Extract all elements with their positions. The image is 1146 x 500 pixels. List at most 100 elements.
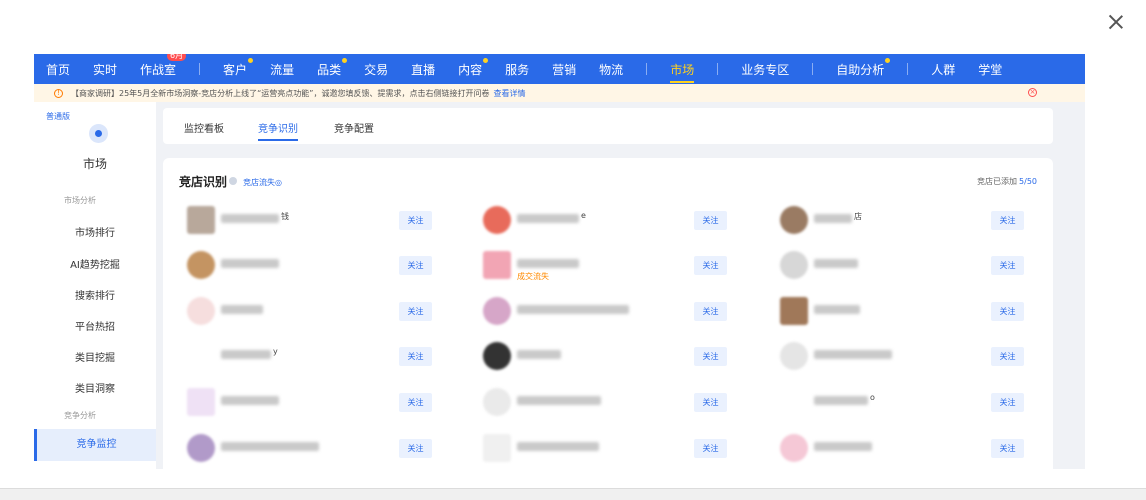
sidebar-title: 市场 <box>82 157 107 171</box>
shop-name-tail: 店 <box>854 212 862 221</box>
sidebar-item-ai-trend[interactable]: AI趋势挖掘 <box>34 256 156 271</box>
nav-item-14[interactable]: 市场 <box>670 61 695 83</box>
sidebar-item-competition-monitor[interactable]: 竞争监控 <box>34 429 156 461</box>
shop-name-blurred <box>221 214 279 223</box>
edition-label: 普通版 <box>46 112 70 121</box>
follow-button[interactable]: 关注 <box>991 439 1024 458</box>
shop-name-blurred <box>814 350 892 359</box>
tab-competition-config[interactable]: 竞争配置 <box>334 120 374 135</box>
shop-name-blurred <box>814 305 860 314</box>
added-count-value: 5/50 <box>1019 177 1037 186</box>
tab-bar: 监控看板 竞争识别 竞争配置 <box>163 108 1053 144</box>
tab-monitor-board[interactable]: 监控看板 <box>184 120 224 135</box>
shop-logo <box>483 297 511 325</box>
added-label: 竞店已添加 <box>977 177 1018 186</box>
shop-name-blurred <box>221 305 263 314</box>
shop-logo <box>483 206 511 234</box>
follow-button[interactable]: 关注 <box>694 393 727 412</box>
nav-item-20[interactable]: 人群 <box>931 61 955 78</box>
competitor-lost-link[interactable]: 竞店流失◎ <box>243 177 282 188</box>
nav-item-6[interactable]: 品类 <box>317 57 348 78</box>
shop-logo <box>187 206 215 234</box>
nav-item-9[interactable]: 内容 <box>458 57 489 78</box>
nav-separator <box>717 63 719 75</box>
shop-logo <box>187 251 215 279</box>
shop-name-blurred <box>517 214 579 223</box>
shop-name-blurred <box>221 396 279 405</box>
market-icon <box>89 124 108 143</box>
follow-button[interactable]: 关注 <box>991 347 1024 366</box>
follow-button[interactable]: 关注 <box>694 347 727 366</box>
nav-item-10[interactable]: 服务 <box>505 61 529 78</box>
nav-item-2[interactable]: 作战室 6月 <box>140 54 187 78</box>
nav-item-18[interactable]: 自助分析 <box>836 57 891 78</box>
nav-item-7[interactable]: 交易 <box>364 61 388 78</box>
nav-item-11[interactable]: 营销 <box>552 61 576 78</box>
shop-logo <box>483 342 511 370</box>
shop-name-tail: 钱 <box>281 212 289 221</box>
bottom-strip <box>0 488 1146 500</box>
sidebar-item-market-rank[interactable]: 市场排行 <box>34 224 156 239</box>
shop-name-blurred <box>221 442 319 451</box>
nav-item-4[interactable]: 客户 <box>223 57 254 78</box>
follow-button[interactable]: 关注 <box>991 302 1024 321</box>
follow-button[interactable]: 关注 <box>694 439 727 458</box>
sidebar-item-search-rank[interactable]: 搜索排行 <box>34 287 156 302</box>
nav-item-16[interactable]: 业务专区 <box>741 61 789 78</box>
nav-item-0[interactable]: 首页 <box>46 61 70 78</box>
sidebar-item-category-mining[interactable]: 类目挖掘 <box>34 349 156 364</box>
notice-text: 【商家调研】25年5月全新市场洞察-竞店分析上线了“运营亮点功能”，诚邀您填反馈… <box>71 88 490 98</box>
shop-logo <box>780 434 808 462</box>
follow-button[interactable]: 关注 <box>694 211 727 230</box>
nav-item-1[interactable]: 实时 <box>93 61 117 78</box>
group-competition-analysis: 竞争分析 <box>64 411 96 420</box>
shop-logo <box>483 251 511 279</box>
shop-logo <box>483 388 511 416</box>
nav-separator <box>199 63 201 75</box>
follow-button[interactable]: 关注 <box>399 302 432 321</box>
top-navigation: 首页 实时 作战室 6月 客户 流量 品类 交易 直播 内容 服务 营销 物流 市场 业务专区 自助分析 人群 学… <box>34 54 1085 84</box>
nav-item-5[interactable]: 流量 <box>270 61 294 78</box>
follow-button[interactable]: 关注 <box>399 439 432 458</box>
nav-separator <box>646 63 648 75</box>
help-icon[interactable] <box>229 177 237 185</box>
added-count: 竞店已添加 5/50 <box>977 176 1037 187</box>
tab-competition-identify[interactable]: 竞争识别 <box>258 120 298 141</box>
shop-name-blurred <box>814 259 858 268</box>
follow-button[interactable]: 关注 <box>694 256 727 275</box>
sidebar-item-category-insight[interactable]: 类目洞察 <box>34 380 156 395</box>
nav-separator <box>812 63 814 75</box>
nav-item-12[interactable]: 物流 <box>599 61 623 78</box>
sidebar-item-platform-hot[interactable]: 平台热招 <box>34 318 156 333</box>
notice-link[interactable]: 查看详情 <box>493 88 525 99</box>
nav-separator <box>907 63 909 75</box>
follow-button[interactable]: 关注 <box>694 302 727 321</box>
competitor-identify-card: 竞店识别 竞店流失◎ 竞店已添加 5/50 钱关注 e 关注店关注 关注 成交流失 关注 关注… <box>163 158 1053 469</box>
shop-name-blurred <box>814 396 868 405</box>
nav-item-21[interactable]: 学堂 <box>978 61 1002 78</box>
shop-name-blurred <box>221 350 271 359</box>
shop-logo <box>780 388 808 416</box>
shop-name-blurred <box>517 305 629 314</box>
warning-icon: ! <box>54 88 63 98</box>
shop-logo <box>187 342 215 370</box>
follow-button[interactable]: 关注 <box>991 256 1024 275</box>
shop-logo <box>780 297 808 325</box>
shop-name-blurred <box>517 396 601 405</box>
shop-name-tail: e <box>581 211 586 220</box>
shop-name-blurred <box>814 442 872 451</box>
follow-button[interactable]: 关注 <box>399 347 432 366</box>
follow-button[interactable]: 关注 <box>399 211 432 230</box>
shop-logo <box>780 206 808 234</box>
nav-item-8[interactable]: 直播 <box>411 61 435 78</box>
follow-button[interactable]: 关注 <box>399 256 432 275</box>
shop-logo <box>483 434 511 462</box>
shop-name-tail: y <box>273 347 278 356</box>
shop-name-tail: o <box>870 393 875 402</box>
close-icon[interactable] <box>1106 12 1126 32</box>
follow-button[interactable]: 关注 <box>399 393 432 412</box>
follow-button[interactable]: 关注 <box>991 211 1024 230</box>
follow-button[interactable]: 关注 <box>991 393 1024 412</box>
shop-logo <box>780 251 808 279</box>
close-notice-icon[interactable]: × <box>1028 88 1037 97</box>
